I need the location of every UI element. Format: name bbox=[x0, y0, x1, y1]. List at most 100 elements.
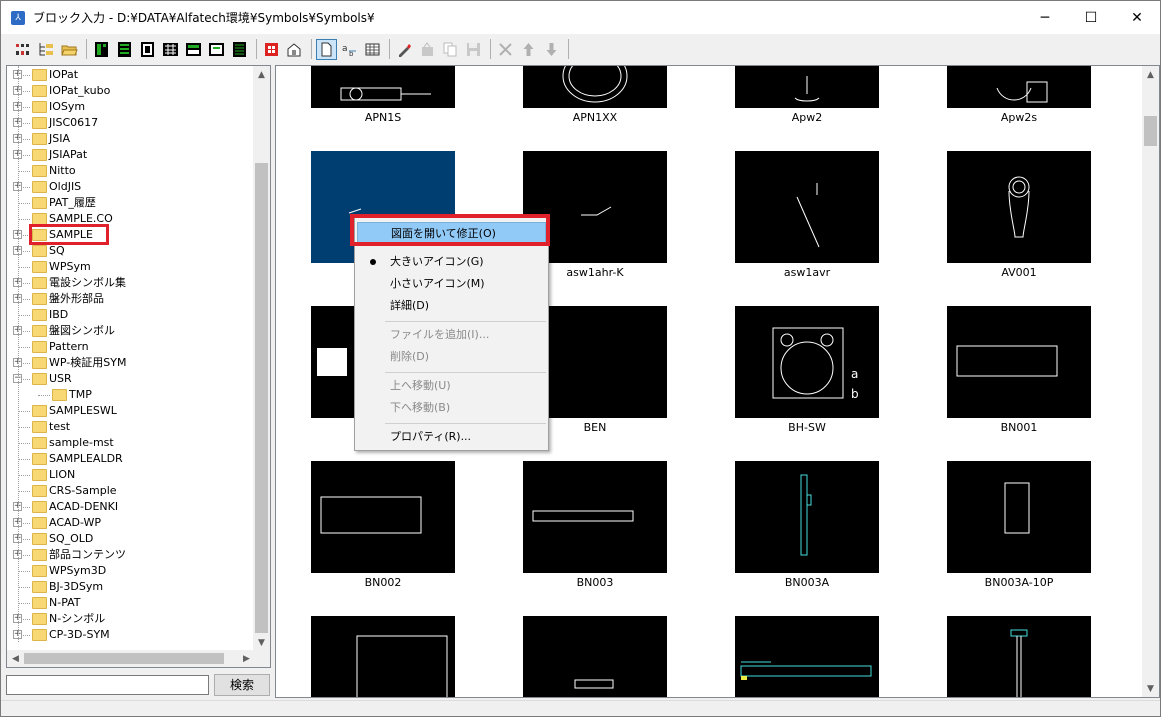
tree-item-label[interactable]: WP-検証用SYM bbox=[49, 355, 126, 371]
tree-item-label[interactable]: IOPat bbox=[49, 67, 78, 83]
open-folder-icon[interactable] bbox=[59, 39, 80, 60]
tree-view-icon[interactable] bbox=[13, 39, 34, 60]
symbol-tile[interactable] bbox=[311, 616, 455, 697]
tree-item-label[interactable]: sample-mst bbox=[49, 435, 114, 451]
folder-icon bbox=[32, 581, 47, 593]
tree-item-label[interactable]: BJ-3DSym bbox=[49, 579, 103, 595]
tree-item-label[interactable]: CRS-Sample bbox=[49, 483, 117, 499]
folder-icon bbox=[32, 101, 47, 113]
symbol-tile[interactable] bbox=[947, 616, 1091, 697]
menu-item-small-icons[interactable]: 小さいアイコン(M) bbox=[357, 273, 546, 295]
tree-item-label[interactable]: JISC0617 bbox=[49, 115, 98, 131]
title-bar: ⅄ ブロック入力 - D:¥DATA¥Alfatech環境¥Symbols¥Sy… bbox=[1, 1, 1160, 34]
symbol-tile[interactable] bbox=[735, 151, 879, 263]
tree-item-label[interactable]: WPSym bbox=[49, 259, 91, 275]
tree-horizontal-scrollbar[interactable]: ◀ ▶ bbox=[7, 650, 255, 667]
tree-connector bbox=[18, 347, 30, 348]
tree-item-label[interactable]: Pattern bbox=[49, 339, 89, 355]
maximize-button[interactable]: ☐ bbox=[1068, 1, 1114, 34]
symbol-preview bbox=[532, 510, 634, 522]
symbol-tile[interactable] bbox=[947, 66, 1091, 108]
tree-vertical-scrollbar[interactable]: ▲ ▼ bbox=[253, 66, 270, 651]
symbol-tile[interactable] bbox=[735, 616, 879, 697]
tree-item-label[interactable]: WPSym3D bbox=[49, 563, 106, 579]
symbol-tile[interactable] bbox=[311, 461, 455, 573]
large-icon-view-icon[interactable] bbox=[316, 38, 337, 60]
tree-item-label[interactable]: 盤外形部品 bbox=[49, 291, 104, 307]
folder-icon bbox=[32, 517, 47, 529]
green-grid-icon[interactable] bbox=[91, 39, 112, 60]
frame-icon-1[interactable] bbox=[137, 39, 158, 60]
tree-item-label[interactable]: IBD bbox=[49, 307, 68, 323]
green-grid-icon-2[interactable] bbox=[114, 39, 135, 60]
symbol-tile[interactable] bbox=[735, 66, 879, 108]
tree-item-label[interactable]: TMP bbox=[69, 387, 92, 403]
search-input[interactable] bbox=[6, 675, 209, 695]
menu-separator bbox=[385, 321, 546, 322]
tree-item-label[interactable]: N-PAT bbox=[49, 595, 81, 611]
tree-item-label[interactable]: IOPat_kubo bbox=[49, 83, 110, 99]
tree-item-label[interactable]: LION bbox=[49, 467, 75, 483]
tree-item-label[interactable]: ACAD-DENKI bbox=[49, 499, 118, 515]
tree-item-label[interactable]: CP-3D-SYM bbox=[49, 627, 110, 643]
tree-item-label[interactable]: Nitto bbox=[49, 163, 76, 179]
tree-item-label[interactable]: SQ_OLD bbox=[49, 531, 93, 547]
symbol-tile[interactable] bbox=[523, 616, 667, 697]
pen-icon[interactable] bbox=[394, 39, 415, 60]
tree-item-label[interactable]: SAMPLEALDR bbox=[49, 451, 123, 467]
small-icon-view-icon[interactable]: ab bbox=[339, 39, 360, 60]
red-symbol-icon[interactable] bbox=[261, 39, 282, 60]
tree-item-label[interactable]: SAMPLESWL bbox=[49, 403, 117, 419]
tree-item-label[interactable]: JSIA bbox=[49, 131, 70, 147]
menu-highlight-box bbox=[350, 214, 550, 246]
search-button[interactable]: 検索 bbox=[214, 674, 270, 696]
scroll-down-arrow-icon[interactable]: ▼ bbox=[253, 634, 270, 651]
scroll-up-arrow-icon[interactable]: ▲ bbox=[253, 66, 270, 83]
frame-icon-3[interactable] bbox=[183, 39, 204, 60]
minimize-button[interactable]: ─ bbox=[1022, 1, 1068, 34]
symbol-preview bbox=[340, 87, 431, 101]
close-button[interactable]: ✕ bbox=[1114, 1, 1160, 34]
tree-item-label[interactable]: 盤図シンボル bbox=[49, 323, 115, 339]
scroll-up-arrow-icon[interactable]: ▲ bbox=[1142, 66, 1159, 83]
frame-icon-2[interactable] bbox=[160, 39, 181, 60]
symbol-tile[interactable] bbox=[523, 66, 667, 108]
tree-item-label[interactable]: N-シンボル bbox=[49, 611, 105, 627]
folder-tree[interactable]: + IOPat + IOPat_kubo + IOSym + JISC0617 + JSIA + JS… bbox=[6, 65, 271, 668]
symbol-tile[interactable]: ab bbox=[735, 306, 879, 418]
tree-item-label[interactable]: test bbox=[49, 419, 70, 435]
list-icon[interactable] bbox=[229, 39, 250, 60]
icon-view-scroll-thumb[interactable] bbox=[1144, 116, 1157, 146]
tree-item-label[interactable]: SQ bbox=[49, 243, 65, 259]
symbol-preview bbox=[800, 474, 812, 556]
tree-item-label[interactable]: JSIAPat bbox=[49, 147, 87, 163]
frame-icon-4[interactable] bbox=[206, 39, 227, 60]
tree-connector bbox=[18, 475, 30, 476]
symbol-tile[interactable] bbox=[947, 461, 1091, 573]
tree-item-label[interactable]: OldJIS bbox=[49, 179, 81, 195]
menu-item-large-icons[interactable]: 大きいアイコン(G) bbox=[357, 251, 546, 273]
menu-item-details[interactable]: 詳細(D) bbox=[357, 295, 546, 317]
symbol-tile[interactable] bbox=[523, 461, 667, 573]
tree-item-label[interactable]: 部品コンテンツ bbox=[49, 547, 126, 563]
symbol-tile[interactable] bbox=[947, 306, 1091, 418]
tree-folder-icon[interactable] bbox=[36, 39, 57, 60]
scroll-left-arrow-icon[interactable]: ◀ bbox=[7, 650, 24, 667]
tree-hscroll-thumb[interactable] bbox=[24, 653, 224, 664]
folder-icon bbox=[32, 421, 47, 433]
tree-item-label[interactable]: ACAD-WP bbox=[49, 515, 101, 531]
tree-item-label[interactable]: USR bbox=[49, 371, 72, 387]
tree-connector bbox=[18, 171, 30, 172]
tree-item-label[interactable]: PAT_履歴 bbox=[49, 195, 96, 211]
menu-item-properties[interactable]: プロパティ(R)... bbox=[357, 426, 546, 448]
detail-view-icon[interactable] bbox=[362, 39, 383, 60]
icon-view-vertical-scrollbar[interactable]: ▲ ▼ bbox=[1142, 66, 1159, 697]
symbol-tile[interactable] bbox=[947, 151, 1091, 263]
symbol-tile[interactable] bbox=[735, 461, 879, 573]
scroll-down-arrow-icon[interactable]: ▼ bbox=[1142, 680, 1159, 697]
tree-item-label[interactable]: 電設シンボル集 bbox=[49, 275, 126, 291]
tree-item-label[interactable]: IOSym bbox=[49, 99, 85, 115]
property-icon[interactable] bbox=[284, 39, 305, 60]
symbol-tile[interactable] bbox=[311, 66, 455, 108]
tree-scroll-thumb[interactable] bbox=[255, 163, 268, 633]
